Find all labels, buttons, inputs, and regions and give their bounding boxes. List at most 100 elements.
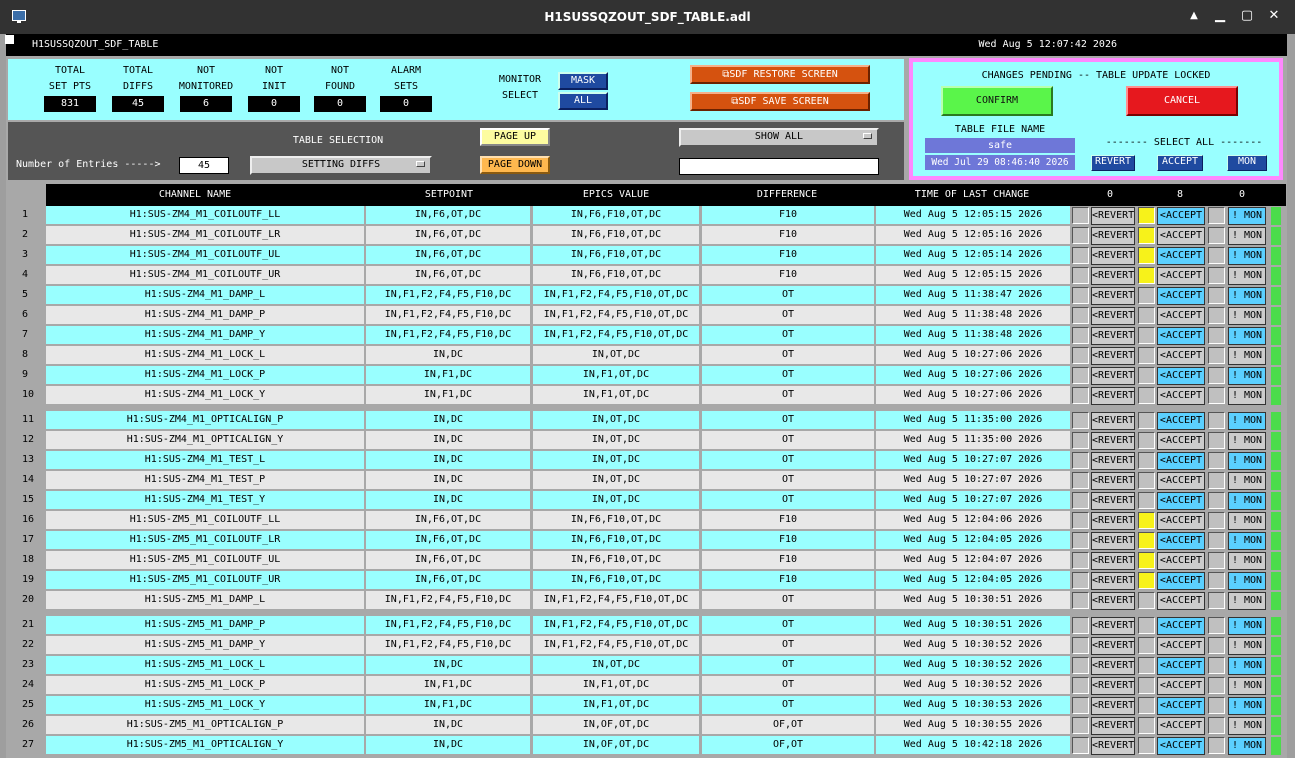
accept-checkbox[interactable]	[1138, 512, 1155, 529]
revert-checkbox[interactable]	[1072, 512, 1089, 529]
accept-button[interactable]: <ACCEPT	[1157, 592, 1205, 610]
mon-checkbox[interactable]	[1208, 347, 1225, 364]
accept-checkbox[interactable]	[1138, 717, 1155, 734]
mon-button[interactable]: ! MON	[1228, 347, 1266, 365]
revert-checkbox[interactable]	[1072, 247, 1089, 264]
revert-checkbox[interactable]	[1072, 657, 1089, 674]
accept-button[interactable]: <ACCEPT	[1157, 717, 1205, 735]
revert-checkbox[interactable]	[1072, 347, 1089, 364]
revert-button[interactable]: <REVERT	[1091, 737, 1135, 755]
mon-checkbox[interactable]	[1208, 512, 1225, 529]
mon-button[interactable]: ! MON	[1228, 287, 1266, 305]
mon-button[interactable]: ! MON	[1228, 637, 1266, 655]
accept-checkbox[interactable]	[1138, 492, 1155, 509]
mon-checkbox[interactable]	[1208, 432, 1225, 449]
revert-button[interactable]: <REVERT	[1091, 637, 1135, 655]
revert-button[interactable]: <REVERT	[1091, 697, 1135, 715]
mon-checkbox[interactable]	[1208, 492, 1225, 509]
accept-button[interactable]: <ACCEPT	[1157, 552, 1205, 570]
select-all-mon-button[interactable]: MON	[1227, 155, 1267, 171]
revert-button[interactable]: <REVERT	[1091, 432, 1135, 450]
mon-checkbox[interactable]	[1208, 367, 1225, 384]
accept-checkbox[interactable]	[1138, 207, 1155, 224]
mon-button[interactable]: ! MON	[1228, 492, 1266, 510]
revert-button[interactable]: <REVERT	[1091, 657, 1135, 675]
accept-checkbox[interactable]	[1138, 657, 1155, 674]
mon-button[interactable]: ! MON	[1228, 327, 1266, 345]
revert-button[interactable]: <REVERT	[1091, 387, 1135, 405]
filter-input[interactable]	[679, 158, 879, 175]
mon-button[interactable]: ! MON	[1228, 472, 1266, 490]
revert-button[interactable]: <REVERT	[1091, 532, 1135, 550]
mon-checkbox[interactable]	[1208, 207, 1225, 224]
mon-button[interactable]: ! MON	[1228, 412, 1266, 430]
cancel-button[interactable]: CANCEL	[1126, 86, 1238, 116]
revert-checkbox[interactable]	[1072, 492, 1089, 509]
revert-checkbox[interactable]	[1072, 367, 1089, 384]
accept-button[interactable]: <ACCEPT	[1157, 492, 1205, 510]
mon-checkbox[interactable]	[1208, 592, 1225, 609]
mon-checkbox[interactable]	[1208, 617, 1225, 634]
mon-button[interactable]: ! MON	[1228, 512, 1266, 530]
mon-button[interactable]: ! MON	[1228, 592, 1266, 610]
accept-checkbox[interactable]	[1138, 412, 1155, 429]
mon-checkbox[interactable]	[1208, 532, 1225, 549]
revert-checkbox[interactable]	[1072, 287, 1089, 304]
accept-button[interactable]: <ACCEPT	[1157, 247, 1205, 265]
revert-checkbox[interactable]	[1072, 552, 1089, 569]
mon-button[interactable]: ! MON	[1228, 717, 1266, 735]
mon-checkbox[interactable]	[1208, 307, 1225, 324]
accept-checkbox[interactable]	[1138, 737, 1155, 754]
accept-checkbox[interactable]	[1138, 592, 1155, 609]
revert-checkbox[interactable]	[1072, 267, 1089, 284]
revert-checkbox[interactable]	[1072, 677, 1089, 694]
select-all-revert-button[interactable]: REVERT	[1091, 155, 1135, 171]
mon-checkbox[interactable]	[1208, 472, 1225, 489]
accept-button[interactable]: <ACCEPT	[1157, 697, 1205, 715]
accept-button[interactable]: <ACCEPT	[1157, 387, 1205, 405]
mon-button[interactable]: ! MON	[1228, 572, 1266, 590]
revert-button[interactable]: <REVERT	[1091, 307, 1135, 325]
revert-checkbox[interactable]	[1072, 717, 1089, 734]
mon-button[interactable]: ! MON	[1228, 452, 1266, 470]
accept-checkbox[interactable]	[1138, 287, 1155, 304]
accept-button[interactable]: <ACCEPT	[1157, 512, 1205, 530]
revert-button[interactable]: <REVERT	[1091, 207, 1135, 225]
mon-button[interactable]: ! MON	[1228, 737, 1266, 755]
accept-checkbox[interactable]	[1138, 367, 1155, 384]
mon-checkbox[interactable]	[1208, 737, 1225, 754]
mon-checkbox[interactable]	[1208, 552, 1225, 569]
mon-button[interactable]: ! MON	[1228, 267, 1266, 285]
revert-checkbox[interactable]	[1072, 572, 1089, 589]
page-down-button[interactable]: PAGE DOWN	[480, 156, 550, 174]
accept-checkbox[interactable]	[1138, 697, 1155, 714]
revert-checkbox[interactable]	[1072, 412, 1089, 429]
mon-checkbox[interactable]	[1208, 677, 1225, 694]
minimize-button[interactable]: ▁	[1211, 8, 1229, 23]
revert-checkbox[interactable]	[1072, 737, 1089, 754]
accept-button[interactable]: <ACCEPT	[1157, 347, 1205, 365]
accept-checkbox[interactable]	[1138, 637, 1155, 654]
mon-checkbox[interactable]	[1208, 287, 1225, 304]
all-button[interactable]: ALL	[558, 92, 608, 110]
revert-button[interactable]: <REVERT	[1091, 572, 1135, 590]
revert-checkbox[interactable]	[1072, 617, 1089, 634]
accept-checkbox[interactable]	[1138, 267, 1155, 284]
accept-button[interactable]: <ACCEPT	[1157, 412, 1205, 430]
page-up-button[interactable]: PAGE UP	[480, 128, 550, 146]
mon-checkbox[interactable]	[1208, 227, 1225, 244]
revert-button[interactable]: <REVERT	[1091, 247, 1135, 265]
accept-checkbox[interactable]	[1138, 617, 1155, 634]
mon-button[interactable]: ! MON	[1228, 657, 1266, 675]
mon-button[interactable]: ! MON	[1228, 227, 1266, 245]
accept-button[interactable]: <ACCEPT	[1157, 452, 1205, 470]
accept-checkbox[interactable]	[1138, 247, 1155, 264]
mon-checkbox[interactable]	[1208, 267, 1225, 284]
accept-button[interactable]: <ACCEPT	[1157, 677, 1205, 695]
accept-checkbox[interactable]	[1138, 387, 1155, 404]
mon-checkbox[interactable]	[1208, 657, 1225, 674]
table-mode-dropdown[interactable]: SETTING DIFFS	[250, 156, 432, 175]
mon-button[interactable]: ! MON	[1228, 617, 1266, 635]
mon-checkbox[interactable]	[1208, 412, 1225, 429]
mon-button[interactable]: ! MON	[1228, 697, 1266, 715]
